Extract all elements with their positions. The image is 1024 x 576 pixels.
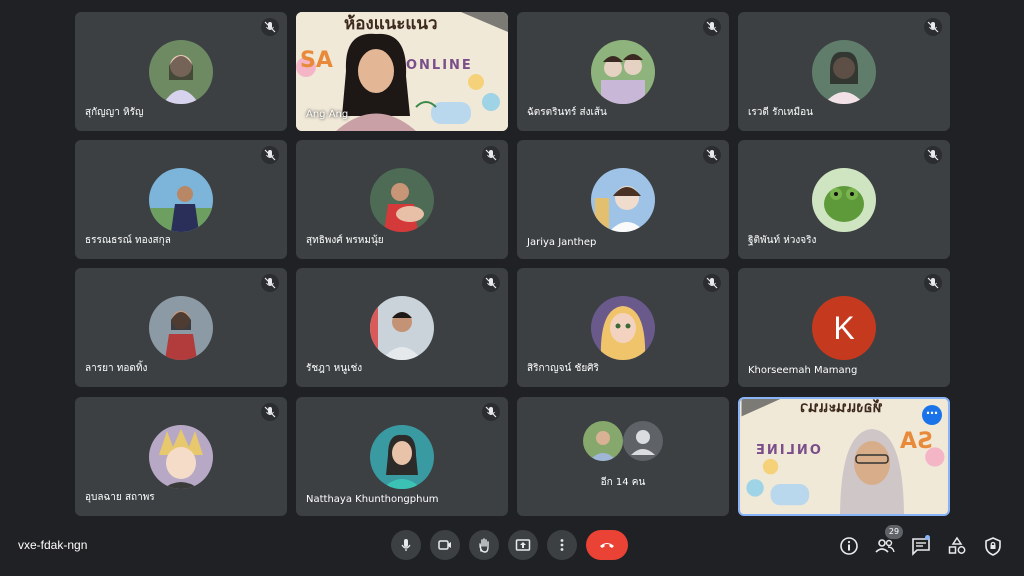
participant-name: เรวดี รักเหมือน (748, 107, 813, 118)
more-options-icon[interactable]: ⋯ (922, 405, 942, 425)
participant-tile[interactable]: Jariya Janthep (517, 140, 729, 259)
participant-name: สิริกาญจน์ ชัยศิริ (527, 363, 599, 374)
participant-avatar (591, 296, 655, 360)
chat-notification-dot (925, 535, 930, 540)
participant-name: สุทธิพงศ์ พรหมนุ้ย (306, 235, 384, 246)
self-video (840, 429, 904, 514)
default-avatar-icon (623, 421, 663, 461)
end-call-icon (600, 543, 614, 548)
self-view-tile[interactable]: ONLINE SA ห้องแนะแนว ⋯ (738, 397, 950, 516)
mic-icon (401, 539, 411, 551)
camera-button[interactable] (430, 530, 460, 560)
participant-name: ฉัตรตรินทร์ ส่งเส้น (527, 107, 607, 118)
mic-off-icon (924, 274, 942, 292)
participant-tile[interactable]: ฐิติพันท์ ห่วงจริง (738, 140, 950, 259)
participant-avatar-initial: K (812, 296, 876, 360)
mic-button[interactable] (391, 530, 421, 560)
mic-off-icon (482, 403, 500, 421)
participant-avatar (591, 40, 655, 104)
participant-tile[interactable]: รัชฎา หนูเช่ง (296, 268, 508, 387)
participant-avatar (370, 296, 434, 360)
mic-off-icon (703, 18, 721, 36)
participant-tile[interactable]: เรวดี รักเหมือน (738, 12, 950, 131)
participant-tile[interactable]: ฉัตรตรินทร์ ส่งเส้น (517, 12, 729, 131)
mic-off-icon (703, 274, 721, 292)
participant-name: ธรรณธรณ์ ทองสกุล (85, 235, 171, 246)
info-icon (840, 537, 858, 555)
raise-hand-button[interactable] (469, 530, 499, 560)
participant-name: Jariya Janthep (527, 237, 597, 248)
participant-tile[interactable]: Natthaya Khunthongphum (296, 397, 508, 516)
participant-avatar (149, 40, 213, 104)
banner-title: ห้องแนะแนว (800, 398, 883, 416)
end-call-button[interactable] (586, 530, 628, 560)
participant-name: ฐิติพันท์ ห่วงจริง (748, 235, 817, 246)
participant-name: สุกัญญา หิรัญ (85, 107, 144, 118)
participant-avatar (149, 296, 213, 360)
participant-name: Ang Ang (306, 109, 349, 120)
mic-off-icon (482, 274, 500, 292)
host-controls-icon (985, 537, 1001, 556)
participant-name: ลารยา ทอดทิ้ง (85, 363, 148, 374)
present-icon (515, 539, 531, 551)
activities-icon (948, 536, 966, 554)
more-vert-icon (560, 539, 564, 551)
participant-avatar (149, 168, 213, 232)
participant-avatar (583, 421, 623, 461)
camera-icon (438, 540, 451, 550)
participant-avatar (370, 425, 434, 489)
mic-off-icon (924, 146, 942, 164)
host-controls-button[interactable] (982, 535, 1004, 557)
participant-avatar (812, 168, 876, 232)
participant-tile[interactable]: ธรรณธรณ์ ทองสกุล (75, 140, 287, 259)
participant-avatar (149, 425, 213, 489)
mic-off-icon (703, 146, 721, 164)
participant-tile[interactable]: สิริกาญจน์ ชัยศิริ (517, 268, 729, 387)
participant-avatar (370, 168, 434, 232)
mic-off-icon (261, 403, 279, 421)
mic-off-icon (482, 146, 500, 164)
more-options-button[interactable] (547, 530, 577, 560)
participant-avatar (591, 168, 655, 232)
participant-avatar (812, 40, 876, 104)
participant-video-tile[interactable]: ห้องแนะแนว ONLINE SA Ang Ang (296, 12, 508, 131)
activities-button[interactable] (946, 535, 968, 557)
participant-tile[interactable]: สุกัญญา หิรัญ (75, 12, 287, 131)
mic-off-icon (261, 274, 279, 292)
meeting-code: vxe-fdak-ngn (18, 538, 88, 552)
people-count-badge: 29 (885, 525, 903, 539)
participant-tile[interactable]: K Khorseemah Mamang (738, 268, 950, 387)
mic-off-icon (261, 18, 279, 36)
participant-tile[interactable]: ลารยา ทอดทิ้ง (75, 268, 287, 387)
participant-name: Khorseemah Mamang (748, 365, 858, 376)
present-button[interactable] (508, 530, 538, 560)
raise-hand-icon (479, 538, 489, 553)
mic-off-icon (261, 146, 279, 164)
participant-name: Natthaya Khunthongphum (306, 494, 439, 505)
participant-name: อุบลฉาย สถาพร (85, 492, 155, 503)
more-participants-tile[interactable]: อีก 14 คน (517, 397, 729, 516)
participant-name: รัชฎา หนูเช่ง (306, 363, 363, 374)
participant-tile[interactable]: อุบลฉาย สถาพร (75, 397, 287, 516)
mic-off-icon (924, 18, 942, 36)
participant-tile[interactable]: สุทธิพงศ์ พรหมนุ้ย (296, 140, 508, 259)
meeting-details-button[interactable] (838, 535, 860, 557)
more-participants-label: อีก 14 คน (600, 477, 646, 488)
